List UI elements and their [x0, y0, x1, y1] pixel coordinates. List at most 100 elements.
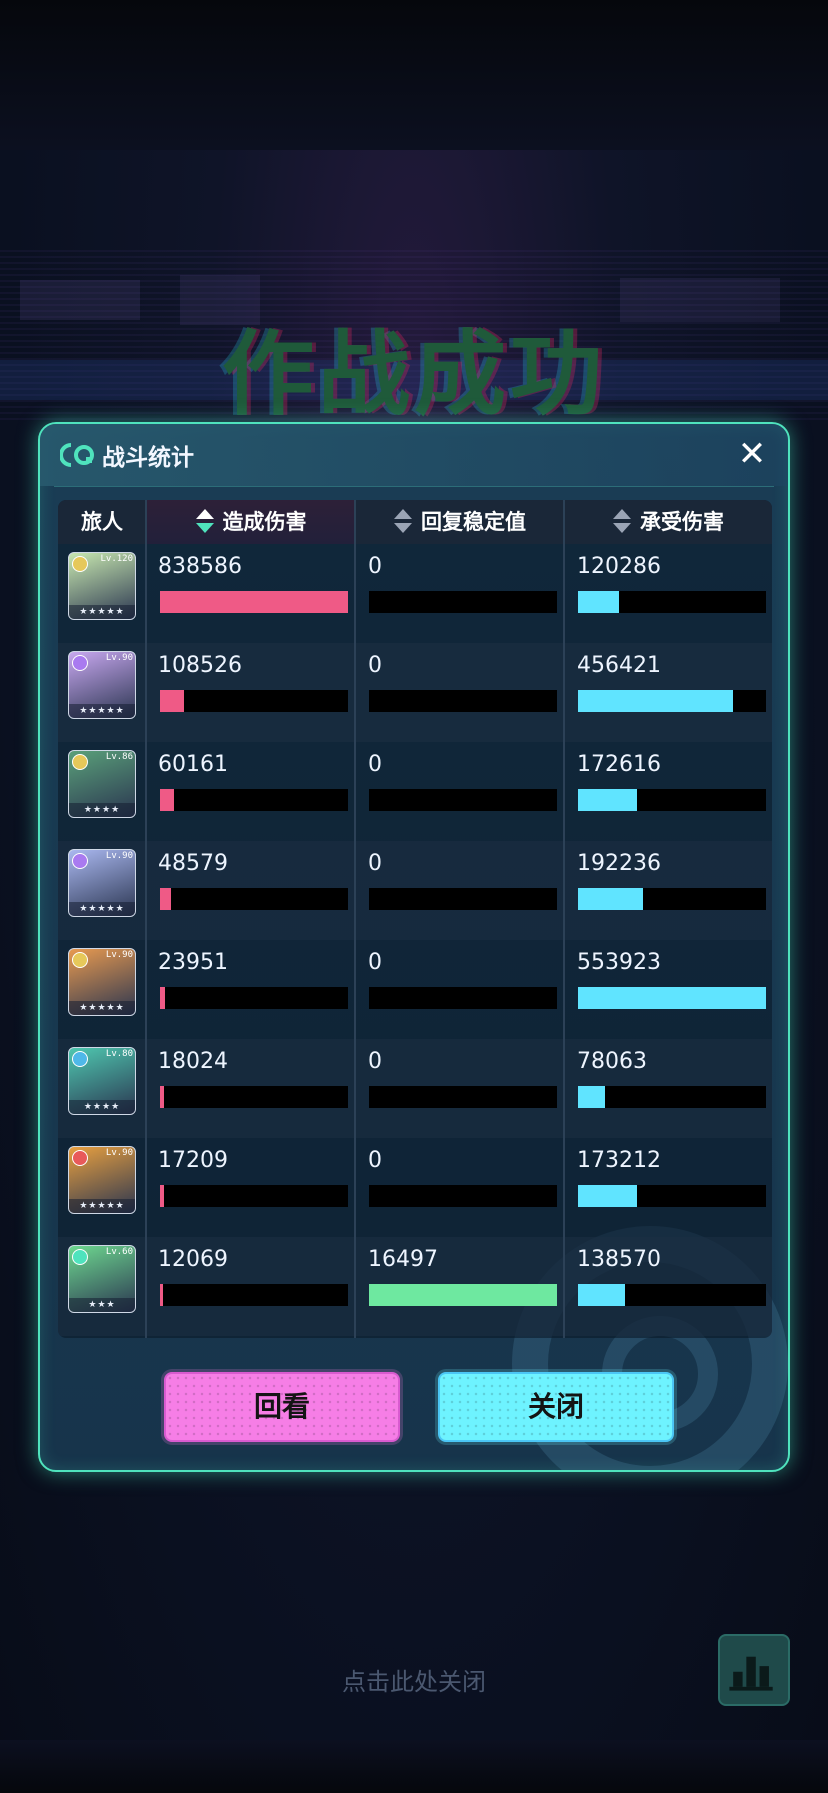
taken-bar: [578, 1086, 766, 1108]
element-icon: [72, 1249, 88, 1265]
traveler-level: Lv.90: [105, 653, 133, 663]
traveler-avatar[interactable]: Lv.90 ★★★★★: [68, 651, 136, 719]
star-rating: ★★★★★: [69, 605, 135, 619]
stability-value: 0: [368, 1148, 382, 1173]
damage-bar: [160, 1284, 348, 1306]
table-row: Lv.120 ★★★★★ 838586 0 120286: [58, 544, 772, 643]
damage-bar-fill: [160, 1086, 164, 1108]
sort-icon: [613, 509, 631, 533]
taken-bar: [578, 987, 766, 1009]
column-divider: [145, 500, 147, 1338]
stability-bar: [369, 789, 557, 811]
taken-bar: [578, 690, 766, 712]
taken-bar: [578, 789, 766, 811]
stability-value: 0: [368, 752, 382, 777]
stability-bar: [369, 888, 557, 910]
column-divider: [354, 500, 356, 1338]
damage-bar-fill: [160, 888, 171, 910]
traveler-level: Lv.86: [105, 752, 133, 762]
table-row: Lv.90 ★★★★★ 108526 0 456421: [58, 643, 772, 742]
damage-bar: [160, 1185, 348, 1207]
taken-value: 78063: [577, 1049, 647, 1074]
close-button[interactable]: 关闭: [438, 1372, 674, 1442]
taken-bar: [578, 1185, 766, 1207]
damage-bar: [160, 789, 348, 811]
sort-icon: [394, 509, 412, 533]
taken-bar-fill: [578, 690, 733, 712]
close-icon[interactable]: ✕: [734, 436, 770, 472]
traveler-avatar[interactable]: Lv.86 ★★★★: [68, 750, 136, 818]
table-row: Lv.80 ★★★★ 18024 0 78063: [58, 1039, 772, 1138]
tap-to-close-hint[interactable]: 点击此处关闭: [0, 1662, 828, 1697]
damage-bar: [160, 1086, 348, 1108]
stability-bar: [369, 1185, 557, 1207]
taken-value: 553923: [577, 950, 661, 975]
dialog-header: 战斗统计 ✕: [40, 424, 788, 486]
stability-bar-fill: [369, 1284, 557, 1306]
element-icon: [72, 1051, 88, 1067]
stability-bar: [369, 591, 557, 613]
star-rating: ★★★★★: [69, 704, 135, 718]
taken-bar-fill: [578, 1086, 605, 1108]
table-row: Lv.86 ★★★★ 60161 0 172616: [58, 742, 772, 841]
traveler-avatar[interactable]: Lv.90 ★★★★★: [68, 849, 136, 917]
traveler-level: Lv.80: [105, 1049, 133, 1059]
taken-bar: [578, 1284, 766, 1306]
element-icon: [72, 655, 88, 671]
taken-value: 192236: [577, 851, 661, 876]
stats-toggle-button[interactable]: [718, 1634, 790, 1706]
star-rating: ★★★★★: [69, 902, 135, 916]
table-header: 旅人 造成伤害 回复稳定值 承受伤害: [58, 500, 772, 544]
stability-bar: [369, 1086, 557, 1108]
column-divider: [563, 500, 565, 1338]
damage-bar-fill: [160, 1284, 163, 1306]
stability-value: 0: [368, 653, 382, 678]
damage-bar-fill: [160, 690, 184, 712]
taken-bar-fill: [578, 888, 643, 910]
stability-value: 0: [368, 554, 382, 579]
damage-value: 60161: [158, 752, 228, 777]
column-taken[interactable]: 承受伤害: [564, 500, 772, 544]
element-icon: [72, 556, 88, 572]
damage-bar: [160, 888, 348, 910]
traveler-level: Lv.90: [105, 1148, 133, 1158]
taken-bar: [578, 888, 766, 910]
column-damage[interactable]: 造成伤害: [146, 500, 355, 544]
damage-value: 23951: [158, 950, 228, 975]
damage-bar: [160, 690, 348, 712]
table-row: Lv.90 ★★★★★ 17209 0 173212: [58, 1138, 772, 1237]
star-rating: ★★★: [69, 1298, 135, 1312]
damage-value: 18024: [158, 1049, 228, 1074]
element-icon: [72, 1150, 88, 1166]
traveler-avatar[interactable]: Lv.80 ★★★★: [68, 1047, 136, 1115]
table-row: Lv.90 ★★★★★ 23951 0 553923: [58, 940, 772, 1039]
taken-bar-fill: [578, 591, 619, 613]
star-rating: ★★★★★: [69, 1001, 135, 1015]
damage-bar-fill: [160, 591, 348, 613]
damage-bar-fill: [160, 1185, 164, 1207]
traveler-level: Lv.90: [105, 851, 133, 861]
battle-stats-dialog: 战斗统计 ✕ 旅人 造成伤害 回复稳定值 承受伤害 Lv.120 ★★★★★ 8…: [38, 422, 790, 1472]
table-row: Lv.60 ★★★ 12069 16497 138570: [58, 1237, 772, 1336]
traveler-avatar[interactable]: Lv.90 ★★★★★: [68, 948, 136, 1016]
sort-desc-icon: [195, 509, 214, 533]
stats-table: 旅人 造成伤害 回复稳定值 承受伤害 Lv.120 ★★★★★ 838586 0…: [58, 500, 772, 1338]
column-damage-label: 造成伤害: [222, 510, 307, 534]
victory-banner: 作战成功: [221, 321, 606, 428]
column-taken-label: 承受伤害: [640, 510, 724, 534]
damage-value: 48579: [158, 851, 228, 876]
traveler-avatar[interactable]: Lv.90 ★★★★★: [68, 1146, 136, 1214]
column-stability[interactable]: 回复稳定值: [355, 500, 564, 544]
taken-value: 138570: [577, 1247, 661, 1272]
stability-bar: [369, 1284, 557, 1306]
stability-value: 16497: [368, 1247, 438, 1272]
damage-bar-fill: [160, 789, 174, 811]
element-icon: [72, 853, 88, 869]
replay-button[interactable]: 回看: [164, 1372, 400, 1442]
traveler-level: Lv.120: [100, 554, 133, 564]
damage-value: 108526: [158, 653, 242, 678]
traveler-avatar[interactable]: Lv.120 ★★★★★: [68, 552, 136, 620]
traveler-avatar[interactable]: Lv.60 ★★★: [68, 1245, 136, 1313]
damage-bar: [160, 987, 348, 1009]
taken-bar-fill: [578, 987, 766, 1009]
